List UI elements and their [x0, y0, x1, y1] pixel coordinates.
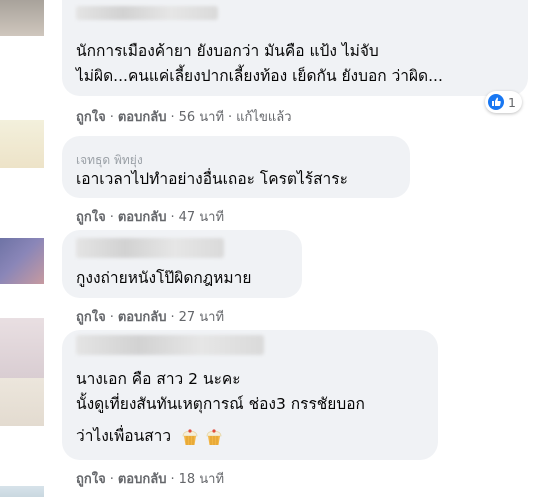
comment-timestamp[interactable]: 56 นาที	[179, 110, 224, 125]
commenter-name[interactable]	[76, 6, 218, 20]
edited-label: แก้ไขแล้ว	[236, 110, 292, 125]
avatar[interactable]	[0, 0, 44, 36]
like-link[interactable]: ถูกใจ	[76, 110, 106, 125]
avatar[interactable]	[0, 486, 44, 497]
reply-link[interactable]: ตอบกลับ	[118, 210, 167, 225]
cupcake-emoji	[182, 428, 198, 445]
like-link[interactable]: ถูกใจ	[76, 210, 106, 225]
comment-text: นางเอก คือ สาว 2 นะคะ นั้งดูเที่ยงสันทัน…	[76, 367, 365, 449]
comment-line: เอาเวลาไปทำอย่างอื่นเถอะ โครตไร้สาระ	[76, 170, 348, 188]
avatar[interactable]	[0, 238, 44, 284]
comment-line: กูงงถ่ายหนังโป๊ผิดกฎหมาย	[76, 269, 252, 287]
comment-line: นางเอก คือ สาว 2 นะคะ	[76, 370, 241, 388]
comment-actions: ถูกใจ · ตอบกลับ · 27 นาที	[76, 310, 225, 325]
comment-text: เอาเวลาไปทำอย่างอื่นเถอะ โครตไร้สาระ	[76, 167, 348, 192]
cupcake-emoji	[206, 428, 222, 445]
like-link[interactable]: ถูกใจ	[76, 472, 106, 487]
comment-actions: ถูกใจ · ตอบกลับ · 18 นาที	[76, 472, 225, 487]
comment-line: ไม่ผิด...คนแค่เลี้ยงปากเลี้ยงท้อง เย็ดกั…	[76, 67, 443, 85]
reaction-count-badge[interactable]: 1	[485, 91, 522, 113]
like-link[interactable]: ถูกใจ	[76, 310, 106, 325]
reaction-count: 1	[508, 94, 516, 110]
reply-link[interactable]: ตอบกลับ	[118, 110, 167, 125]
comment-timestamp[interactable]: 47 นาที	[179, 210, 224, 225]
reply-link[interactable]: ตอบกลับ	[118, 472, 167, 487]
comment-actions: ถูกใจ · ตอบกลับ · 47 นาที	[76, 210, 225, 225]
like-icon	[488, 94, 504, 110]
comment-timestamp[interactable]: 18 นาที	[179, 472, 224, 487]
avatar[interactable]	[0, 318, 44, 378]
comment-text: นักการเมืองค้ายา ยังบอกว่า มันคือ แป้ง ไ…	[76, 39, 443, 89]
comment-line: นักการเมืองค้ายา ยังบอกว่า มันคือ แป้ง ไ…	[76, 42, 379, 60]
commenter-name[interactable]	[76, 335, 264, 355]
avatar[interactable]	[0, 120, 44, 168]
comment-text: กูงงถ่ายหนังโป๊ผิดกฎหมาย	[76, 266, 251, 291]
comment-timestamp[interactable]: 27 นาที	[179, 310, 224, 325]
avatar[interactable]	[0, 378, 44, 426]
comment-line: ว่าไงเพื่อนสาว	[76, 427, 172, 445]
reply-link[interactable]: ตอบกลับ	[118, 310, 167, 325]
commenter-name[interactable]	[76, 238, 224, 258]
comment-line: นั้งดูเที่ยงสันทันเหตุการณ์ ช่อง3 กรรชัย…	[76, 395, 365, 413]
comment-actions: ถูกใจ · ตอบกลับ · 56 นาที · แก้ไขแล้ว	[76, 110, 292, 125]
